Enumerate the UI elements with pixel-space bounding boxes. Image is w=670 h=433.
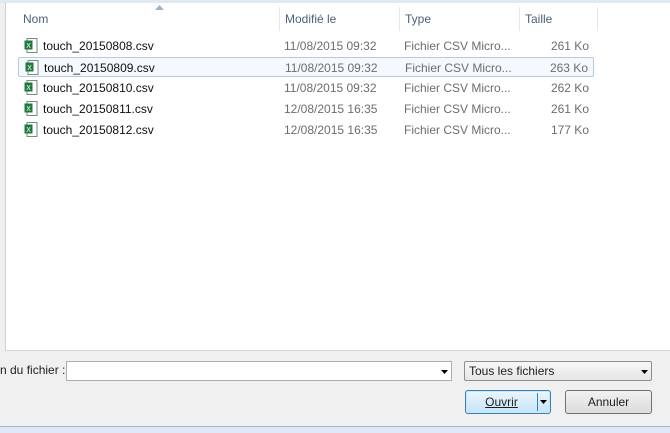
- open-button[interactable]: Ouvrir: [465, 390, 551, 414]
- excel-csv-file-icon: X: [24, 80, 38, 95]
- filename-input[interactable]: [67, 362, 435, 380]
- split-separator: [537, 393, 538, 411]
- file-type: Fichier CSV Micro...: [404, 39, 511, 53]
- file-row[interactable]: X touch_20150812.csv 12/08/2015 16:35 Fi…: [18, 120, 594, 140]
- svg-text:X: X: [26, 84, 31, 92]
- svg-text:X: X: [26, 42, 31, 50]
- file-size: 261 Ko: [550, 39, 589, 53]
- chevron-down-icon[interactable]: [540, 400, 547, 404]
- column-header-modified[interactable]: Modifié le: [280, 7, 400, 31]
- file-modified: 11/08/2015 09:32: [285, 61, 378, 75]
- file-row[interactable]: X touch_20150811.csv 12/08/2015 16:35 Fi…: [18, 99, 594, 119]
- file-modified: 11/08/2015 09:32: [284, 39, 377, 53]
- column-header-size-label: Taille: [525, 12, 553, 26]
- file-size: 263 Ko: [549, 61, 588, 75]
- file-type: Fichier CSV Micro...: [404, 81, 511, 95]
- file-type-filter-value: Tous les fichiers: [469, 364, 555, 378]
- file-name: touch_20150808.csv: [43, 39, 154, 53]
- column-header-type[interactable]: Type: [400, 7, 520, 31]
- filename-label: n du fichier :: [0, 363, 66, 377]
- file-size: 262 Ko: [550, 81, 589, 95]
- chevron-down-icon[interactable]: [441, 370, 448, 374]
- file-list[interactable]: Nom Modifié le Type Taille X touch_20150…: [5, 3, 670, 351]
- file-modified: 12/08/2015 16:35: [284, 102, 378, 116]
- column-header-modified-label: Modifié le: [285, 12, 337, 26]
- excel-csv-file-icon: X: [24, 122, 38, 137]
- file-row[interactable]: X touch_20150810.csv 11/08/2015 09:32 Fi…: [18, 78, 594, 98]
- file-modified: 11/08/2015 09:32: [284, 81, 377, 95]
- file-name: touch_20150812.csv: [43, 123, 154, 137]
- file-size: 177 Ko: [550, 123, 589, 137]
- excel-csv-file-icon: X: [24, 101, 38, 116]
- file-type: Fichier CSV Micro...: [405, 61, 512, 75]
- file-size: 261 Ko: [550, 102, 589, 116]
- svg-text:X: X: [26, 105, 31, 113]
- excel-csv-file-icon: X: [24, 38, 38, 53]
- column-header-name[interactable]: Nom: [18, 5, 280, 31]
- svg-text:X: X: [27, 64, 32, 72]
- open-button-label[interactable]: Ouvrir: [466, 391, 537, 413]
- file-type: Fichier CSV Micro...: [404, 123, 511, 137]
- cancel-button[interactable]: Annuler: [565, 390, 652, 414]
- column-header-size[interactable]: Taille: [520, 7, 598, 31]
- column-header-name-label: Nom: [23, 12, 49, 26]
- svg-text:X: X: [26, 126, 31, 134]
- file-name: touch_20150810.csv: [43, 81, 154, 95]
- filename-combobox[interactable]: [66, 361, 452, 381]
- file-name: touch_20150809.csv: [44, 61, 155, 75]
- file-name: touch_20150811.csv: [43, 102, 153, 116]
- excel-csv-file-icon: X: [25, 60, 39, 75]
- file-type: Fichier CSV Micro...: [404, 102, 511, 116]
- column-header-type-label: Type: [405, 12, 432, 26]
- chevron-down-icon: [641, 370, 648, 374]
- file-modified: 12/08/2015 16:35: [284, 123, 378, 137]
- sort-ascending-icon: [155, 5, 164, 10]
- file-row[interactable]: X touch_20150808.csv 11/08/2015 09:32 Fi…: [18, 36, 594, 56]
- file-row[interactable]: X touch_20150809.csv 11/08/2015 09:32 Fi…: [18, 57, 594, 77]
- column-header-row: Nom Modifié le Type Taille: [6, 5, 670, 31]
- file-type-filter-select[interactable]: Tous les fichiers: [464, 361, 652, 381]
